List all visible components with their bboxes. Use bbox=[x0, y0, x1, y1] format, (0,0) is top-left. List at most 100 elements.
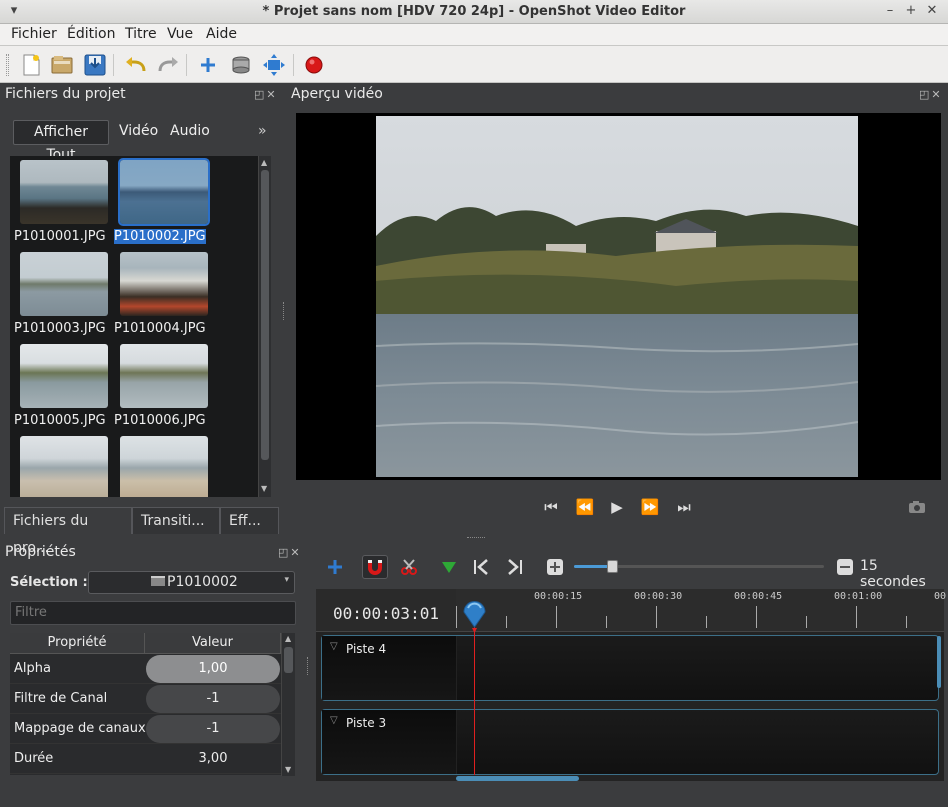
filter-show-all[interactable]: Afficher Tout bbox=[13, 120, 109, 163]
track-menu-icon[interactable]: ▽ bbox=[330, 715, 338, 726]
preview-dock-buttons[interactable]: ◰✕ bbox=[919, 88, 943, 101]
minimize-button[interactable]: – bbox=[882, 3, 898, 18]
snapping-magnet-icon[interactable] bbox=[362, 555, 388, 579]
file-thumbnail bbox=[120, 436, 208, 497]
track[interactable]: ▽ Piste 3 bbox=[321, 709, 939, 775]
toolbar-grip[interactable] bbox=[6, 54, 9, 76]
properties-filter-input[interactable]: Filtre bbox=[10, 601, 296, 625]
property-value[interactable]: -1 bbox=[146, 685, 280, 713]
file-name: P1010002.JPG bbox=[114, 229, 206, 244]
zoom-slider[interactable] bbox=[574, 560, 824, 573]
selection-value: P1010002 bbox=[167, 574, 238, 590]
scroll-down-icon[interactable]: ▼ bbox=[285, 765, 291, 774]
play-icon[interactable]: ▶ bbox=[605, 498, 629, 518]
fast-forward-icon[interactable]: ⏩ bbox=[638, 498, 662, 518]
files-scrollbar[interactable]: ▲ ▼ bbox=[258, 156, 271, 497]
file-item[interactable]: P1010006.JPG bbox=[114, 342, 208, 432]
export-video-icon[interactable] bbox=[301, 52, 327, 78]
window-title-bar: ▾ * Projet sans nom [HDV 720 24p] - Open… bbox=[0, 0, 948, 24]
timeline-h-scrollbar[interactable] bbox=[456, 776, 579, 781]
vertical-splitter[interactable] bbox=[283, 302, 286, 320]
track[interactable]: ▽ Piste 4 bbox=[321, 635, 939, 701]
previous-marker-icon[interactable] bbox=[469, 555, 495, 579]
next-marker-icon[interactable] bbox=[501, 555, 527, 579]
filter-more-button[interactable]: » bbox=[252, 120, 273, 145]
razor-scissors-icon[interactable] bbox=[396, 555, 422, 579]
property-value[interactable]: -1 bbox=[146, 715, 280, 743]
file-thumbnail bbox=[20, 252, 108, 316]
track-name: Piste 3 bbox=[346, 716, 387, 730]
column-header-property[interactable]: Propriété bbox=[10, 633, 145, 654]
file-name: P1010005.JPG bbox=[14, 413, 106, 428]
property-value[interactable]: 3,00 bbox=[146, 745, 280, 773]
rewind-icon[interactable]: ⏪ bbox=[573, 498, 597, 518]
profile-icon[interactable] bbox=[228, 52, 254, 78]
project-files-title: Fichiers du projet bbox=[5, 86, 126, 102]
table-row[interactable]: Mappage de canaux -1 bbox=[10, 714, 281, 744]
menu-titre[interactable]: Titre bbox=[125, 26, 157, 42]
new-project-icon[interactable] bbox=[18, 52, 44, 78]
add-marker-icon[interactable] bbox=[436, 555, 462, 579]
snapshot-camera-icon[interactable] bbox=[908, 500, 926, 514]
file-item[interactable] bbox=[14, 434, 108, 497]
file-item[interactable]: P1010005.JPG bbox=[14, 342, 108, 432]
fullscreen-icon[interactable] bbox=[261, 52, 287, 78]
track-header[interactable] bbox=[322, 710, 457, 774]
import-files-icon[interactable] bbox=[195, 52, 221, 78]
menu-aide[interactable]: Aide bbox=[206, 26, 237, 42]
center-timeline-icon[interactable] bbox=[542, 555, 568, 579]
undo-icon[interactable] bbox=[123, 52, 149, 78]
zoom-slider-handle[interactable] bbox=[606, 560, 618, 573]
track-menu-icon[interactable]: ▽ bbox=[330, 641, 338, 652]
scroll-down-icon[interactable]: ▼ bbox=[261, 484, 267, 493]
table-row[interactable]: Durée 3,00 bbox=[10, 744, 281, 774]
window-title: * Projet sans nom [HDV 720 24p] - OpenSh… bbox=[262, 4, 686, 19]
filter-audio[interactable]: Audio bbox=[164, 120, 216, 145]
tab-transitions[interactable]: Transiti... bbox=[132, 507, 220, 534]
project-files-dock-buttons[interactable]: ◰✕ bbox=[254, 88, 278, 101]
menu-edition[interactable]: Édition bbox=[67, 26, 115, 42]
menu-vue[interactable]: Vue bbox=[167, 26, 193, 42]
project-files-list[interactable]: P1010001.JPG P1010002.JPG P1010003.JPG P… bbox=[10, 156, 258, 497]
selection-combo[interactable]: P1010002 ▾ bbox=[88, 571, 295, 594]
scroll-thumb[interactable] bbox=[284, 647, 293, 673]
zoom-out-icon[interactable] bbox=[832, 555, 858, 579]
vertical-splitter[interactable] bbox=[307, 657, 310, 675]
properties-dock-buttons[interactable]: ◰✕ bbox=[278, 546, 302, 559]
column-header-value[interactable]: Valeur bbox=[145, 633, 281, 654]
close-window-button[interactable]: ✕ bbox=[924, 3, 940, 18]
maximize-button[interactable]: + bbox=[903, 3, 919, 18]
open-project-icon[interactable] bbox=[49, 52, 75, 78]
file-thumbnail bbox=[120, 252, 208, 316]
properties-scrollbar[interactable]: ▲ ▼ bbox=[281, 633, 295, 776]
jump-end-icon[interactable]: ⏭ bbox=[672, 498, 696, 518]
table-row[interactable]: Alpha 1,00 bbox=[10, 654, 281, 684]
playhead-handle[interactable] bbox=[462, 600, 487, 633]
menu-bar: Fichier Édition Titre Vue Aide bbox=[0, 24, 948, 46]
save-project-icon[interactable] bbox=[82, 52, 108, 78]
horizontal-splitter[interactable] bbox=[467, 537, 485, 540]
table-row[interactable]: Filtre de Canal -1 bbox=[10, 684, 281, 714]
scroll-thumb[interactable] bbox=[261, 170, 269, 460]
file-item[interactable]: P1010002.JPG bbox=[114, 158, 210, 248]
track-header[interactable] bbox=[322, 636, 457, 700]
file-name: P1010003.JPG bbox=[14, 321, 106, 336]
scroll-up-icon[interactable]: ▲ bbox=[285, 634, 291, 643]
tab-effects[interactable]: Eff... bbox=[220, 507, 279, 534]
redo-icon[interactable] bbox=[155, 52, 181, 78]
filter-video[interactable]: Vidéo bbox=[113, 120, 164, 145]
timeline-v-scrollbar[interactable] bbox=[937, 636, 941, 688]
jump-start-icon[interactable]: ⏮ bbox=[539, 498, 563, 518]
property-value[interactable]: 1,00 bbox=[146, 655, 280, 683]
file-item[interactable]: P1010003.JPG bbox=[14, 250, 108, 340]
menu-fichier[interactable]: Fichier bbox=[11, 26, 57, 42]
add-track-icon[interactable] bbox=[322, 555, 348, 579]
file-item[interactable]: P1010001.JPG bbox=[14, 158, 108, 248]
scroll-up-icon[interactable]: ▲ bbox=[261, 158, 267, 167]
file-thumbnail bbox=[118, 158, 210, 226]
file-name: P1010004.JPG bbox=[114, 321, 206, 336]
file-item[interactable] bbox=[114, 434, 208, 497]
timecode-display: 00:00:03:01 bbox=[333, 604, 439, 623]
tab-project-files[interactable]: Fichiers du pro... bbox=[4, 507, 132, 556]
file-item[interactable]: P1010004.JPG bbox=[114, 250, 208, 340]
